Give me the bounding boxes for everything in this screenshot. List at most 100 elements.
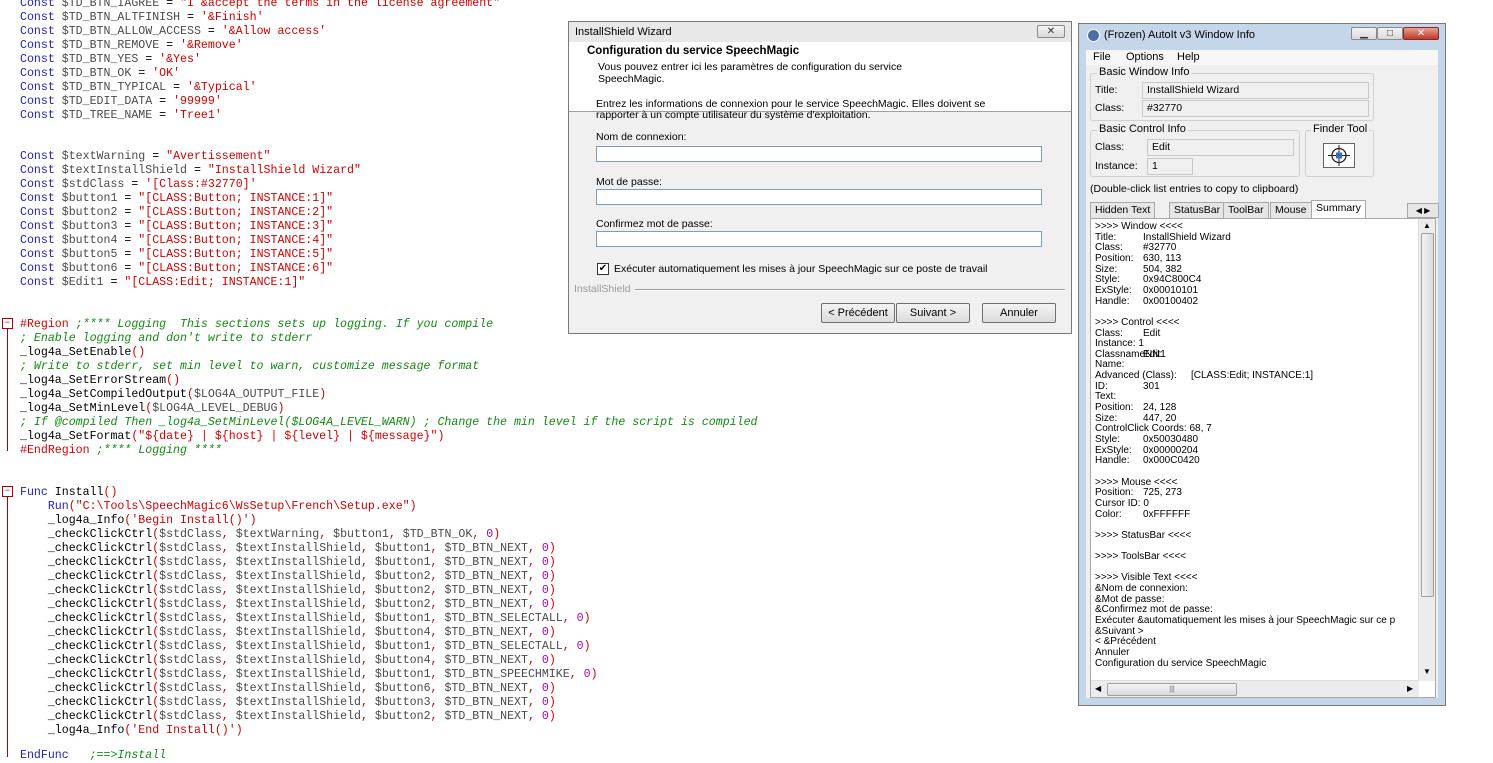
cancel-button[interactable]: Annuler — [982, 303, 1056, 323]
code-token: Install — [54, 486, 104, 499]
code-token: $textInstallShield — [235, 612, 361, 625]
confirm-password-field[interactable] — [596, 231, 1042, 247]
code-token: , — [360, 696, 375, 709]
code-token: $button1 — [374, 542, 431, 555]
code-token: , — [562, 640, 577, 653]
summary-key: Handle: — [1095, 295, 1130, 307]
code-token: Const — [20, 25, 62, 38]
horizontal-scroll-thumb[interactable]: ||| — [1107, 683, 1237, 696]
close-button[interactable]: ✕ — [1037, 25, 1065, 38]
finder-tool-crosshair[interactable] — [1323, 143, 1355, 168]
code-token: $textInstallShield — [235, 584, 361, 597]
summary-row[interactable]: Color: 0xFFFFFF — [1095, 509, 1190, 521]
vertical-scrollbar[interactable]: ▲ ▼ — [1418, 219, 1435, 681]
back-button[interactable]: < Précédent — [821, 303, 895, 323]
menu-file[interactable]: File — [1093, 51, 1111, 63]
maximize-button[interactable]: □ — [1377, 27, 1403, 40]
intro-text-cont: rapporter à un compte utilisateur du sys… — [596, 109, 871, 121]
code-token: "[CLASS:Button; INSTANCE:5]" — [138, 248, 334, 261]
summary-key: Exécuter &automatiquement les mises à jo… — [1095, 615, 1396, 627]
summary-list[interactable]: >>>> Window <<<< Title: InstallShield Wiza… — [1090, 218, 1436, 698]
menu-options[interactable]: Options — [1126, 51, 1164, 63]
basic-control-info-group: Basic Control Info Class: Edit Instance:… — [1090, 123, 1300, 177]
code-token: 0 — [541, 584, 549, 597]
window-class-value[interactable]: #32770 — [1142, 100, 1369, 117]
summary-row[interactable]: >>>> StatusBar <<<< — [1095, 530, 1191, 542]
code-token: Const — [20, 248, 62, 261]
close-button[interactable]: ✕ — [1403, 27, 1439, 40]
summary-row[interactable]: Configuration du service SpeechMagic — [1095, 658, 1266, 670]
control-class-value[interactable]: Edit — [1147, 139, 1294, 156]
next-button[interactable]: Suivant > — [896, 303, 970, 323]
code-token: , — [430, 668, 445, 681]
code-token: "[CLASS:Button; INSTANCE:6]" — [138, 262, 334, 275]
code-line: Const $button1 = "[CLASS:Button; INSTANC… — [20, 192, 333, 206]
code-token: $textInstallShield — [235, 598, 361, 611]
code-token: = — [186, 11, 201, 24]
installshield-title: InstallShield Wizard — [575, 26, 672, 38]
code-token: , — [360, 640, 375, 653]
window-title-value[interactable]: InstallShield Wizard — [1142, 82, 1369, 99]
horizontal-scrollbar[interactable]: ◀ ||| ▶ — [1091, 680, 1419, 697]
code-token: $button4 — [374, 626, 431, 639]
fold-collapse-icon[interactable]: − — [2, 318, 13, 329]
tab-summary[interactable]: Summary — [1311, 200, 1366, 219]
code-token: $TD_BTN_REMOVE — [61, 39, 167, 52]
summary-row[interactable]: Handle: 0x000C0420 — [1095, 455, 1200, 467]
code-token: 0 — [576, 640, 584, 653]
summary-row[interactable]: >>>> ToolsBar <<<< — [1095, 551, 1186, 563]
code-line: ; If @compiled Then _log4a_SetMinLevel($… — [20, 416, 757, 430]
autoit-titlebar: (Frozen) AutoIt v3 Window Info ▁ □ ✕ — [1079, 24, 1445, 44]
code-token: $TD_EDIT_DATA — [61, 95, 160, 108]
summary-value: Edit — [1143, 327, 1161, 339]
code-token: , — [562, 612, 577, 625]
code-token: , — [430, 612, 445, 625]
code-token: _log4a_SetEnable — [20, 346, 132, 359]
summary-key: Class: — [1095, 242, 1123, 254]
login-field[interactable] — [596, 146, 1042, 162]
code-token: '&Yes' — [159, 53, 201, 66]
code-token: Const — [20, 67, 62, 80]
code-token: ) — [548, 570, 556, 583]
vertical-scroll-thumb[interactable] — [1421, 233, 1434, 597]
tab-statusbar[interactable]: StatusBar — [1169, 202, 1226, 218]
tab-scroll-arrows[interactable]: ◀ ▶ — [1407, 203, 1439, 218]
code-token: , — [221, 654, 236, 667]
code-line: Const $TD_BTN_IAGREE = "I &accept the te… — [20, 0, 500, 11]
code-token: _checkClickCtrl — [20, 556, 153, 569]
code-token: #EndRegion — [20, 444, 97, 457]
auto-update-checkbox[interactable]: ✔ — [597, 263, 609, 275]
password-field[interactable] — [596, 189, 1042, 205]
code-token: , — [360, 570, 375, 583]
menu-help[interactable]: Help — [1177, 51, 1200, 63]
close-icon: ✕ — [1046, 26, 1056, 37]
maximize-icon: □ — [1386, 28, 1394, 39]
minimize-button[interactable]: ▁ — [1351, 27, 1377, 40]
code-token: ) — [548, 710, 556, 723]
code-line: _log4a_Info('End Install()') — [20, 724, 243, 738]
tab-hidden-text[interactable]: Hidden Text — [1090, 202, 1156, 218]
code-token: , — [221, 528, 236, 541]
code-token: , — [527, 542, 542, 555]
tab-toolbar[interactable]: ToolBar — [1223, 202, 1269, 218]
code-token: EndFunc — [20, 749, 90, 762]
code-token: , — [430, 654, 445, 667]
code-token: = — [124, 234, 139, 247]
code-line: Const $TD_BTN_ALLOW_ACCESS = '&Allow acc… — [20, 25, 326, 39]
code-token: 0 — [541, 696, 549, 709]
code-line: _checkClickCtrl($stdClass, $textInstallS… — [20, 668, 598, 682]
autoit-body: File Options Help Basic Window Info Titl… — [1086, 50, 1439, 698]
code-token: , — [527, 556, 542, 569]
code-line: Func Install() — [20, 486, 117, 500]
code-line: _checkClickCtrl($stdClass, $textInstallS… — [20, 542, 556, 556]
fold-collapse-icon[interactable]: − — [2, 486, 13, 497]
instance-value[interactable]: 1 — [1147, 158, 1193, 175]
code-token: $button4 — [374, 654, 431, 667]
code-token: $Edit1 — [61, 276, 111, 289]
summary-row[interactable]: Handle: 0x00100402 — [1095, 295, 1198, 308]
code-token: Const — [20, 95, 62, 108]
code-token: , — [360, 668, 375, 681]
summary-key: >>>> Visible Text <<<< — [1095, 572, 1198, 584]
code-token: , — [221, 668, 236, 681]
tab-mouse[interactable]: Mouse — [1270, 202, 1312, 218]
